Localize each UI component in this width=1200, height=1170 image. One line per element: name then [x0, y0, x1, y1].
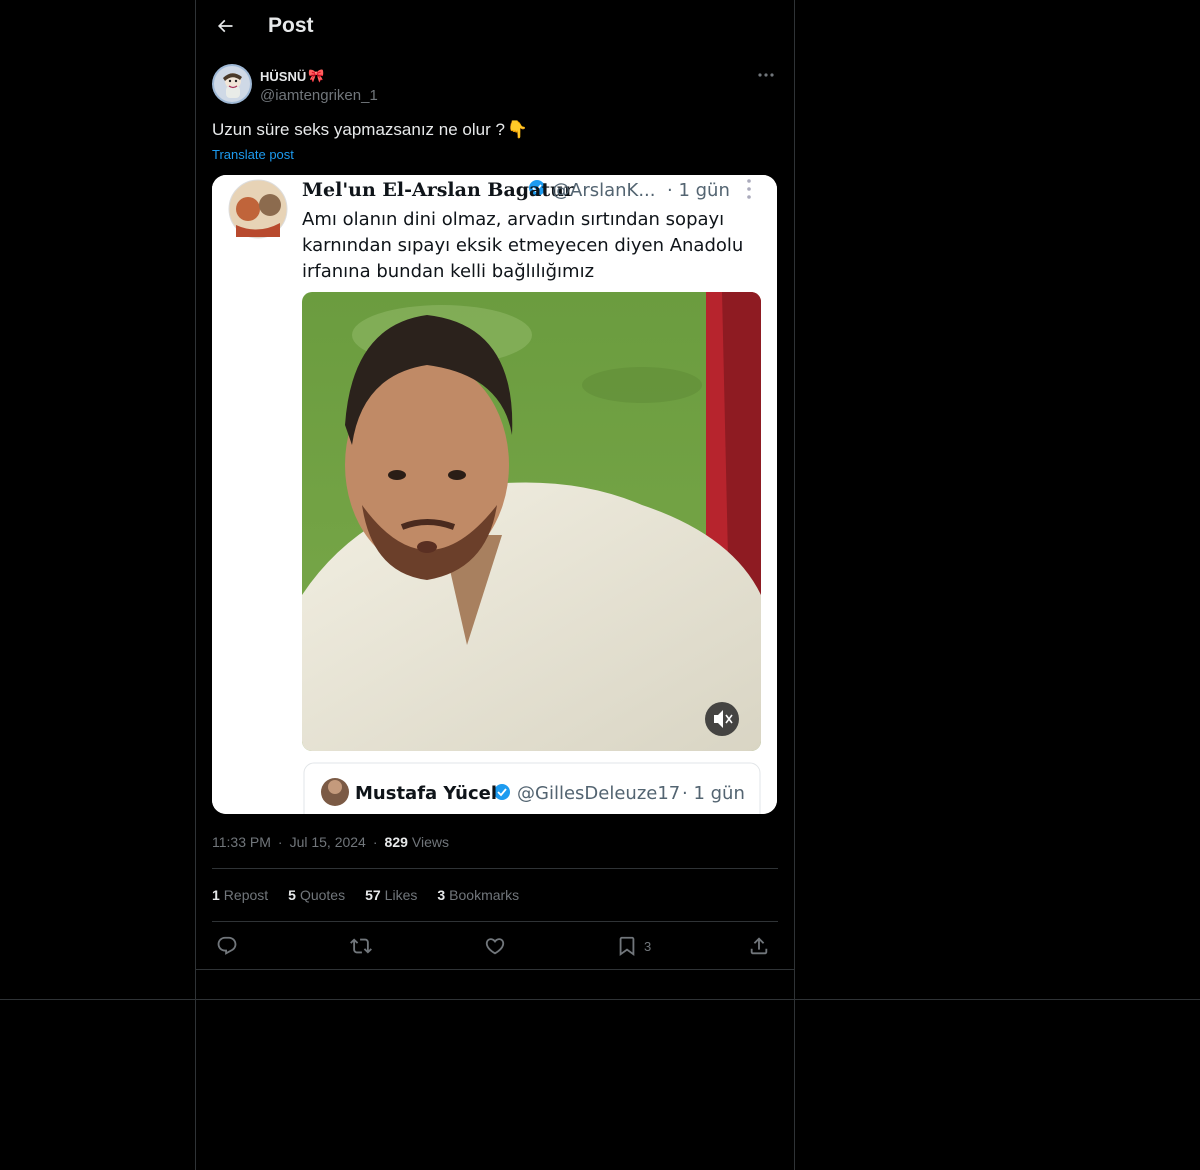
- likes-label: Likes: [384, 887, 418, 903]
- media-image: Mel'un El-Arslan Bagatur @ArslanK... · 1…: [212, 175, 777, 814]
- bookmark-button[interactable]: 3: [616, 930, 651, 962]
- views-label: Views: [411, 834, 449, 850]
- post-bottom-border: [195, 969, 795, 970]
- avatar[interactable]: [212, 64, 252, 104]
- post-stats: 1 Repost 5 Quotes 57 Likes 3 Bookmarks: [212, 887, 519, 903]
- embedded-text-line1: Amı olanın dini olmaz, arvadın sırtından…: [302, 209, 724, 230]
- page-header: Post: [196, 0, 794, 53]
- translate-post-link[interactable]: Translate post: [212, 147, 294, 162]
- embedded-text-line3: irfanına bundan kelli bağlılığımız: [302, 261, 594, 282]
- embedded-author-handle: @ArslanK...: [552, 180, 656, 201]
- back-button[interactable]: [208, 9, 242, 43]
- likes-stat[interactable]: 57 Likes: [365, 887, 417, 903]
- bookmarks-label: Bookmarks: [449, 887, 520, 903]
- post-time[interactable]: 11:33 PM: [212, 834, 271, 850]
- post-meta: 11:33 PM · Jul 15, 2024 · 829 Views: [212, 834, 449, 850]
- bookmark-count: 3: [644, 938, 652, 954]
- bookmarks-count: 3: [437, 887, 446, 903]
- heart-icon: [484, 935, 506, 957]
- reposts-stat[interactable]: 1 Repost: [212, 887, 268, 903]
- main-column: Post HÜSNÜ 🎀 @iamtengriken_1 Uzun süre s…: [195, 0, 795, 1170]
- embedded-reply-handle: @GillesDeleuze17: [517, 783, 680, 804]
- action-bar: 3: [212, 930, 778, 962]
- post-media[interactable]: Mel'un El-Arslan Bagatur @ArslanK... · 1…: [212, 175, 777, 814]
- bookmark-icon: [616, 935, 638, 957]
- post-author: HÜSNÜ 🎀 @iamtengriken_1: [212, 64, 778, 108]
- reply-button[interactable]: [216, 930, 238, 962]
- repost-button[interactable]: [350, 930, 372, 962]
- reposts-count: 1: [212, 887, 220, 903]
- reposts-label: Repost: [223, 887, 269, 903]
- arrow-left-icon: [215, 16, 235, 36]
- post-text-content: Uzun süre seks yapmazsanız ne olur ?: [212, 120, 505, 139]
- share-button[interactable]: [748, 930, 770, 962]
- post-text: Uzun süre seks yapmazsanız ne olur ? 👇: [212, 120, 528, 140]
- section-divider: [0, 999, 1200, 1000]
- quotes-stat[interactable]: 5 Quotes: [288, 887, 345, 903]
- embedded-reply-name: Mustafa Yücel: [355, 783, 497, 804]
- more-dots-icon: [758, 72, 774, 78]
- share-icon: [748, 935, 770, 957]
- quotes-label: Quotes: [299, 887, 346, 903]
- embedded-author-name: Mel'un El-Arslan Bagatur: [302, 179, 575, 201]
- reply-icon: [216, 935, 238, 957]
- more-button[interactable]: [754, 64, 778, 86]
- meta-separator: ·: [277, 834, 283, 850]
- repost-icon: [350, 935, 372, 957]
- quotes-count: 5: [288, 887, 296, 903]
- divider: [212, 921, 778, 922]
- bookmarks-stat[interactable]: 3 Bookmarks: [437, 887, 519, 903]
- divider: [212, 868, 778, 869]
- meta-separator: ·: [372, 834, 378, 850]
- likes-count: 57: [365, 887, 381, 903]
- ribbon-emoji: 🎀: [308, 68, 325, 83]
- embedded-text-line2: karnından sıpayı eksik etmeyecen diyen A…: [302, 235, 743, 256]
- pointing-down-emoji: 👇: [506, 120, 529, 139]
- embedded-reply-time: · 1 gün: [682, 783, 745, 804]
- display-name-text: HÜSNÜ: [260, 68, 307, 84]
- username[interactable]: @iamtengriken_1: [260, 87, 378, 104]
- embedded-time: · 1 gün: [667, 180, 730, 201]
- like-button[interactable]: [484, 930, 506, 962]
- views-count: 829: [384, 834, 408, 850]
- display-name[interactable]: HÜSNÜ 🎀: [260, 68, 324, 84]
- post-date[interactable]: Jul 15, 2024: [290, 834, 366, 850]
- page-title: Post: [268, 14, 314, 37]
